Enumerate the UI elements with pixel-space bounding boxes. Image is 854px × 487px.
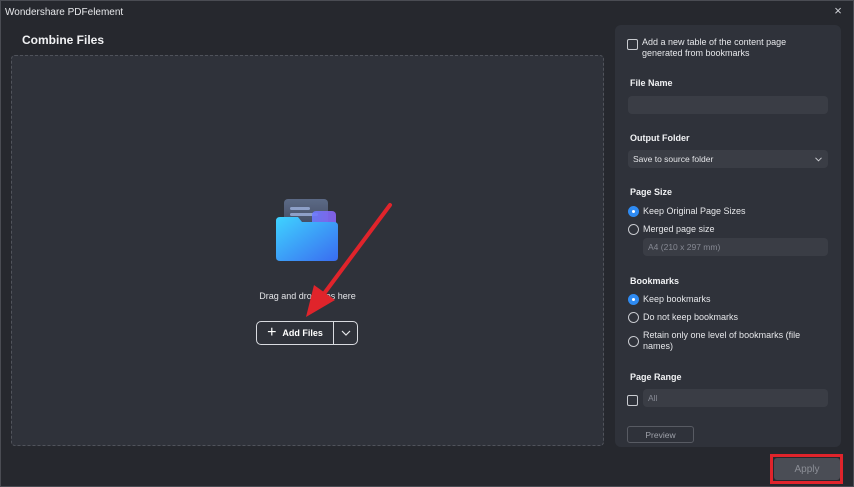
plus-icon: + <box>267 324 277 341</box>
chevron-down-icon <box>341 330 350 336</box>
panel-title: Combine Files <box>22 33 105 47</box>
page-range-field[interactable]: All <box>643 389 828 407</box>
drag-drop-hint: Drag and drop files here <box>259 291 356 301</box>
toc-checkbox[interactable] <box>627 37 638 55</box>
add-files-button[interactable]: + Add Files <box>257 322 334 344</box>
radio-label-keep-bookmarks: Keep bookmarks <box>643 294 711 304</box>
radio-one-level-bookmarks[interactable] <box>628 336 639 347</box>
output-folder-select[interactable]: Save to source folder <box>628 150 828 168</box>
add-files-label: Add Files <box>282 328 323 338</box>
page-size-label: Page Size <box>630 187 673 197</box>
folder-icon <box>276 199 338 261</box>
preview-button[interactable]: Preview <box>627 426 694 443</box>
page-range-checkbox[interactable] <box>627 393 638 411</box>
apply-button[interactable]: Apply <box>774 458 840 480</box>
radio-label-no-bookmarks: Do not keep bookmarks <box>643 312 739 322</box>
add-files-button-group: + Add Files <box>256 321 358 345</box>
radio-label-merged-page-size: Merged page size <box>643 224 715 234</box>
radio-merged-page-size[interactable] <box>628 224 639 235</box>
settings-panel: Add a new table of the content page gene… <box>615 25 841 447</box>
close-icon[interactable]: × <box>831 4 845 18</box>
page-size-select[interactable]: A4 (210 x 297 mm) <box>643 238 828 256</box>
radio-keep-bookmarks[interactable] <box>628 294 639 305</box>
toc-checkbox-label: Add a new table of the content page gene… <box>642 37 787 58</box>
add-files-dropdown[interactable] <box>334 322 357 344</box>
title-bar: Wondershare PDFelement <box>1 1 853 23</box>
page-range-checkbox-box[interactable] <box>627 395 638 406</box>
output-folder-label: Output Folder <box>630 133 690 143</box>
radio-keep-original-size[interactable] <box>628 206 639 217</box>
app-window: Wondershare PDFelement × Combine Files D… <box>0 0 854 487</box>
file-name-field[interactable] <box>628 96 828 114</box>
chevron-down-icon <box>815 156 822 162</box>
bookmarks-label: Bookmarks <box>630 276 680 286</box>
radio-label-keep-original-size: Keep Original Page Sizes <box>643 206 746 216</box>
radio-no-bookmarks[interactable] <box>628 312 639 323</box>
page-range-label: Page Range <box>630 372 682 382</box>
window-title: Wondershare PDFelement <box>5 6 124 18</box>
output-folder-value: Save to source folder <box>633 154 714 164</box>
radio-label-one-level-bookmarks: Retain only one level of bookmarks (file… <box>643 330 801 351</box>
toc-checkbox-box[interactable] <box>627 39 638 50</box>
file-name-label: File Name <box>630 78 673 88</box>
